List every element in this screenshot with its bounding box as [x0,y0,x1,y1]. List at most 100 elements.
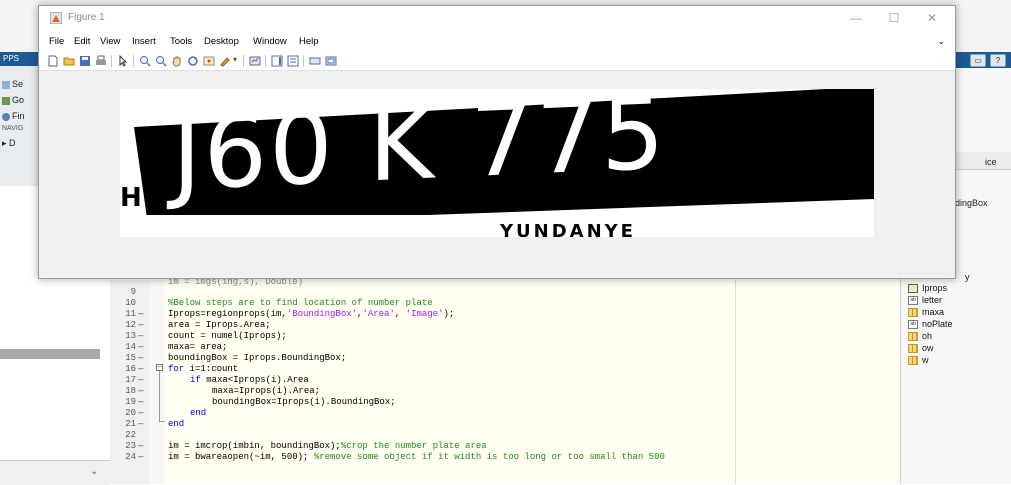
fold-toggle-icon[interactable]: − [156,364,163,371]
plate-image-axes[interactable]: H J60 K 775 YUNDANYE [120,89,874,237]
workspace-variable[interactable]: maxa [908,307,944,318]
hide-plot-tools-icon[interactable] [309,55,321,67]
brush-dropdown-icon[interactable]: ▾ [233,55,237,64]
workspace-variable[interactable]: oh [908,331,932,342]
breakpoint-marker[interactable]: — [138,309,143,319]
workspace-variable[interactable]: Iprops [908,283,947,294]
zoom-in-icon[interactable] [139,55,151,67]
show-plot-tools-icon[interactable] [325,55,337,67]
menu-desktop[interactable]: Desktop [204,36,239,47]
breakpoint-marker[interactable]: — [138,364,143,374]
figure-titlebar[interactable]: Figure 1 — ☐ ✕ [39,6,955,32]
line-number: 16 [125,364,136,374]
find-icon [2,112,10,121]
apps-label: PPS [3,54,20,63]
figure-toolbar: ▾ [39,52,955,71]
print-icon[interactable] [95,55,107,67]
left-panel-item[interactable]: Go [2,95,24,105]
window-layout-icon[interactable]: ▭ [970,54,986,67]
menu-insert[interactable]: Insert [132,36,156,47]
menu-file[interactable]: File [49,36,64,47]
figure-window[interactable]: Figure 1 — ☐ ✕ File Edit View Insert Too… [38,5,956,279]
code-line[interactable]: im = bwareaopen(~im, 500); %remove some … [168,452,665,462]
line-number: 22 [125,430,136,440]
edit-plot-arrow-icon[interactable] [117,55,129,67]
code-line[interactable]: boundingBox=Iprops(i).BoundingBox; [212,397,396,407]
line-number: 17 [125,375,136,385]
goto-icon [2,96,10,105]
maximize-button[interactable]: ☐ [879,9,909,27]
code-line[interactable]: end [168,419,184,429]
toolbar-separator [133,55,134,67]
data-cursor-icon[interactable] [203,55,215,67]
workspace-variable[interactable]: ab noPlate [908,319,953,330]
code-line[interactable]: maxa=Iprops(i).Area; [212,386,320,396]
breakpoint-marker[interactable]: — [138,397,143,407]
code-line[interactable]: Iprops=regionprops(im,'BoundingBox','Are… [168,309,454,319]
arrow-icon [2,80,10,89]
char-icon: ab [908,296,918,306]
line-number: 21 [125,419,136,429]
insert-colorbar-icon[interactable] [271,55,283,67]
save-icon[interactable] [79,55,91,67]
line-number: 23 [125,441,136,451]
close-button[interactable]: ✕ [917,9,947,27]
menu-window[interactable]: Window [253,36,287,47]
breakpoint-marker[interactable]: — [138,342,143,352]
figure-menubar: File Edit View Insert Tools Desktop Wind… [39,32,955,52]
breakpoint-marker[interactable]: — [138,419,143,429]
apps-tab[interactable]: PPS [0,52,38,66]
chevron-down-icon[interactable]: ⌄ [90,466,98,477]
grid-icon [908,356,918,366]
line-number: 10 [125,298,136,308]
menu-view[interactable]: View [100,36,120,47]
insert-legend-icon[interactable] [287,55,299,67]
menu-edit[interactable]: Edit [74,36,90,47]
rotate-3d-icon[interactable] [187,55,199,67]
minimize-button[interactable]: — [841,9,871,27]
menubar-chevron-icon[interactable]: ⌄ [937,36,945,47]
code-line[interactable]: %Below steps are to find location of num… [168,298,433,308]
code-line[interactable]: area = Iprops.Area; [168,320,271,330]
code-line[interactable]: boundingBox = Iprops.BoundingBox; [168,353,346,363]
editor-fold-column [150,280,164,484]
breakpoint-marker[interactable]: — [138,320,143,330]
left-panel-item[interactable]: Fin [2,111,25,121]
help-icon[interactable]: ? [990,54,1006,67]
workspace-variable[interactable]: w [908,355,929,366]
line-number: 15 [125,353,136,363]
code-line[interactable]: count = numel(Iprops); [168,331,287,341]
figure-title: Figure 1 [68,12,105,23]
workspace-variable[interactable]: ow [908,343,934,354]
new-figure-icon[interactable] [47,55,59,67]
link-plot-icon[interactable] [249,55,261,67]
current-folder-item[interactable]: ▸ D [2,138,16,149]
code-line[interactable]: im = imcrop(imbin, boundingBox);%crop th… [168,441,487,451]
command-window-divider [0,349,100,359]
workspace-header-label: ice [985,157,997,167]
fold-guide-end [159,421,165,422]
code-line[interactable]: for i=1:count [168,364,238,374]
code-line[interactable]: maxa= area; [168,342,227,352]
breakpoint-marker[interactable]: — [138,386,143,396]
code-line[interactable]: end [190,408,206,418]
brush-icon[interactable] [219,55,231,67]
workspace-variable-partial[interactable]: y [965,272,970,282]
left-panel-item[interactable]: Se [2,79,23,89]
open-file-icon[interactable] [63,55,75,67]
workspace-variable[interactable]: ab letter [908,295,942,306]
pan-hand-icon[interactable] [171,55,183,67]
line-number: 13 [125,331,136,341]
menu-tools[interactable]: Tools [170,36,192,47]
breakpoint-marker[interactable]: — [138,353,143,363]
breakpoint-marker[interactable]: — [138,331,143,341]
menu-help[interactable]: Help [299,36,319,47]
line-number: 14 [125,342,136,352]
breakpoint-marker[interactable]: — [138,375,143,385]
workspace-variable-partial[interactable]: dingBox [955,198,988,208]
breakpoint-marker[interactable]: — [138,441,143,451]
zoom-out-icon[interactable] [155,55,167,67]
code-line[interactable]: if maxa<Iprops(i).Area [190,375,309,385]
breakpoint-marker[interactable]: — [138,452,143,462]
breakpoint-marker[interactable]: — [138,408,143,418]
